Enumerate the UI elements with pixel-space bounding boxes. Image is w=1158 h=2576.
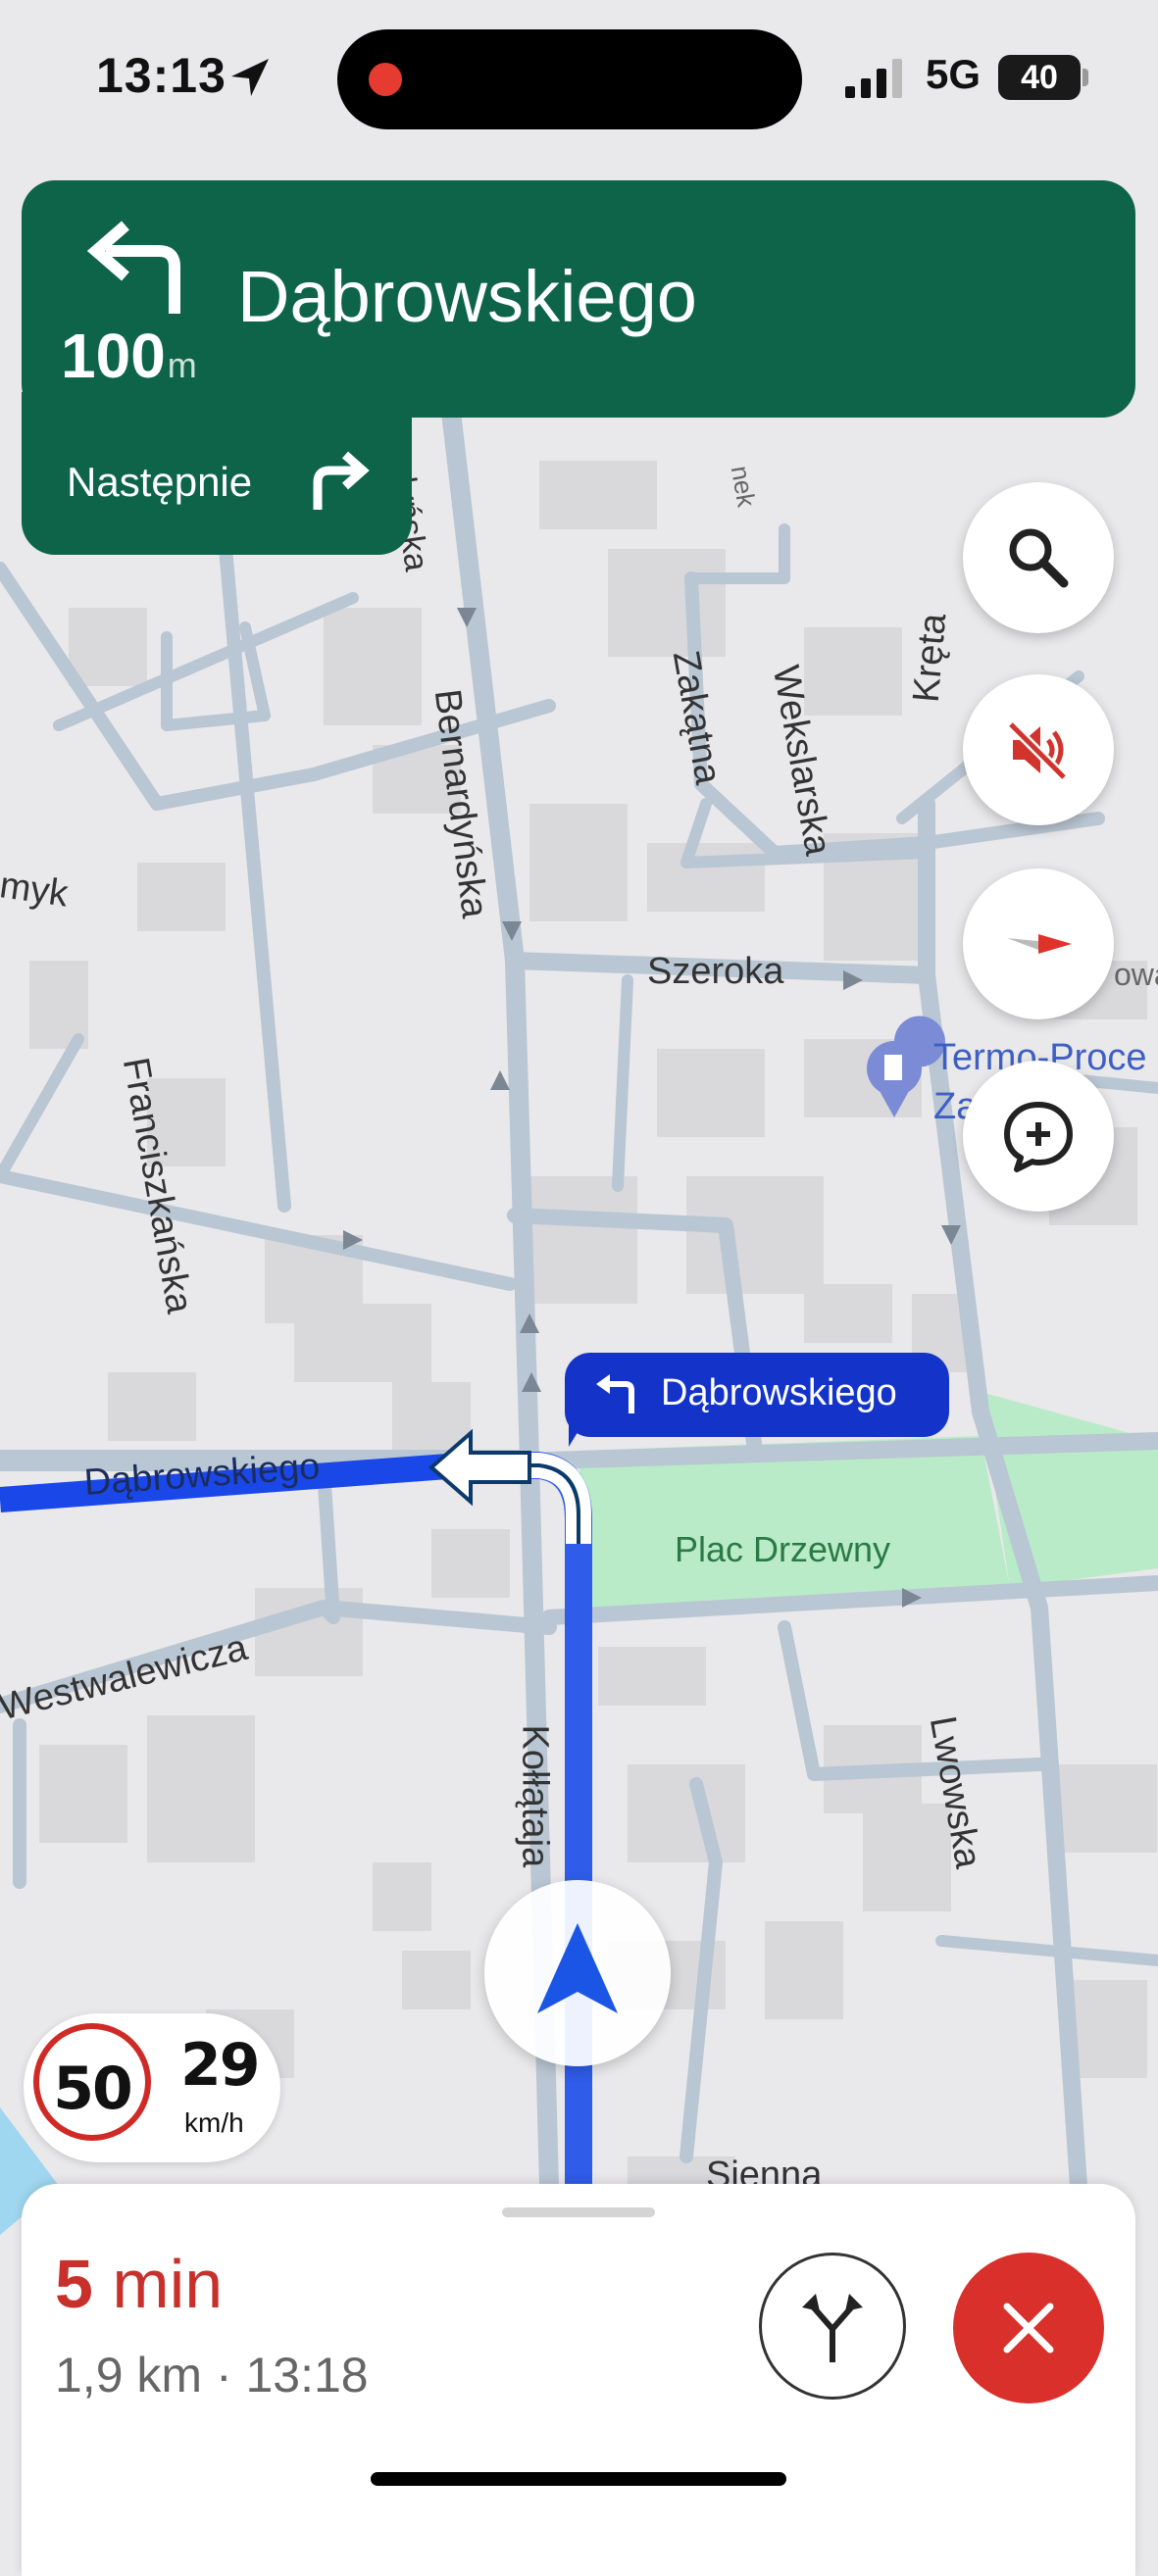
report-button[interactable] (963, 1061, 1114, 1212)
cellular-signal-icon (845, 59, 902, 98)
close-icon (1003, 2303, 1054, 2353)
navigation-arrow-icon (537, 1923, 618, 2013)
battery-level: 40 (1021, 59, 1058, 96)
dynamic-island (337, 29, 802, 129)
route-alternatives-icon (802, 2294, 863, 2362)
current-location-puck[interactable] (484, 1880, 671, 2066)
alternative-routes-button[interactable] (759, 2253, 906, 2400)
status-time: 13:13 (96, 48, 227, 103)
maneuver-distance: 100m (61, 320, 197, 392)
search-icon (1009, 528, 1069, 588)
current-speed: 29 (180, 2031, 260, 2100)
speed-widget: 50 29 km/h (24, 2013, 280, 2162)
battery-cap (1082, 69, 1088, 86)
compass-icon (1007, 934, 1072, 954)
navigation-banner[interactable]: 100m Dąbrowskiego (22, 180, 1135, 418)
maneuver-street-name: Dąbrowskiego (237, 256, 697, 337)
speed-unit: km/h (184, 2107, 244, 2138)
location-arrow-icon (231, 59, 269, 96)
street-label-myk: myk (0, 865, 71, 916)
home-indicator[interactable] (371, 2472, 786, 2486)
mute-button[interactable] (963, 674, 1114, 825)
add-report-icon (1004, 1102, 1073, 1172)
turn-left-icon (596, 1374, 634, 1413)
street-label-szeroka: Szeroka (647, 951, 784, 992)
network-type: 5G (926, 51, 982, 97)
street-label-kollataja: Kołłątaja (514, 1724, 556, 1868)
search-button[interactable] (963, 482, 1114, 633)
status-bar: 13:13 5G 40 (0, 0, 1158, 157)
eta-number: 5 (55, 2246, 93, 2322)
park-label: Plac Drzewny (675, 1529, 891, 1569)
eta-duration: 5 min (55, 2245, 223, 2323)
sheet-drag-handle[interactable] (502, 2207, 655, 2217)
eta-unit: min (112, 2246, 224, 2322)
callout-street: Dąbrowskiego (661, 1372, 897, 1413)
trip-details: 1,9 km · 13:18 (55, 2348, 369, 2403)
next-label: Następnie (67, 459, 253, 505)
battery-icon: 40 (998, 55, 1081, 100)
turn-left-icon (86, 221, 180, 314)
distance-value: 100 (61, 321, 166, 391)
recording-indicator-icon (369, 63, 402, 96)
trip-bottom-sheet[interactable]: 5 min 1,9 km · 13:18 (22, 2184, 1135, 2576)
turn-right-icon (313, 451, 370, 510)
speed-limit-sign: 50 (33, 2023, 151, 2141)
speed-limit-value: 50 (53, 2055, 133, 2123)
street-label-kreta: Kręta (905, 612, 955, 705)
sound-off-icon (1007, 720, 1068, 781)
compass-button[interactable] (963, 868, 1114, 1019)
turn-callout: Dąbrowskiego (565, 1353, 949, 1437)
street-label-owa: owa (1114, 957, 1158, 992)
distance-unit: m (167, 345, 197, 385)
end-navigation-button[interactable] (953, 2253, 1104, 2403)
